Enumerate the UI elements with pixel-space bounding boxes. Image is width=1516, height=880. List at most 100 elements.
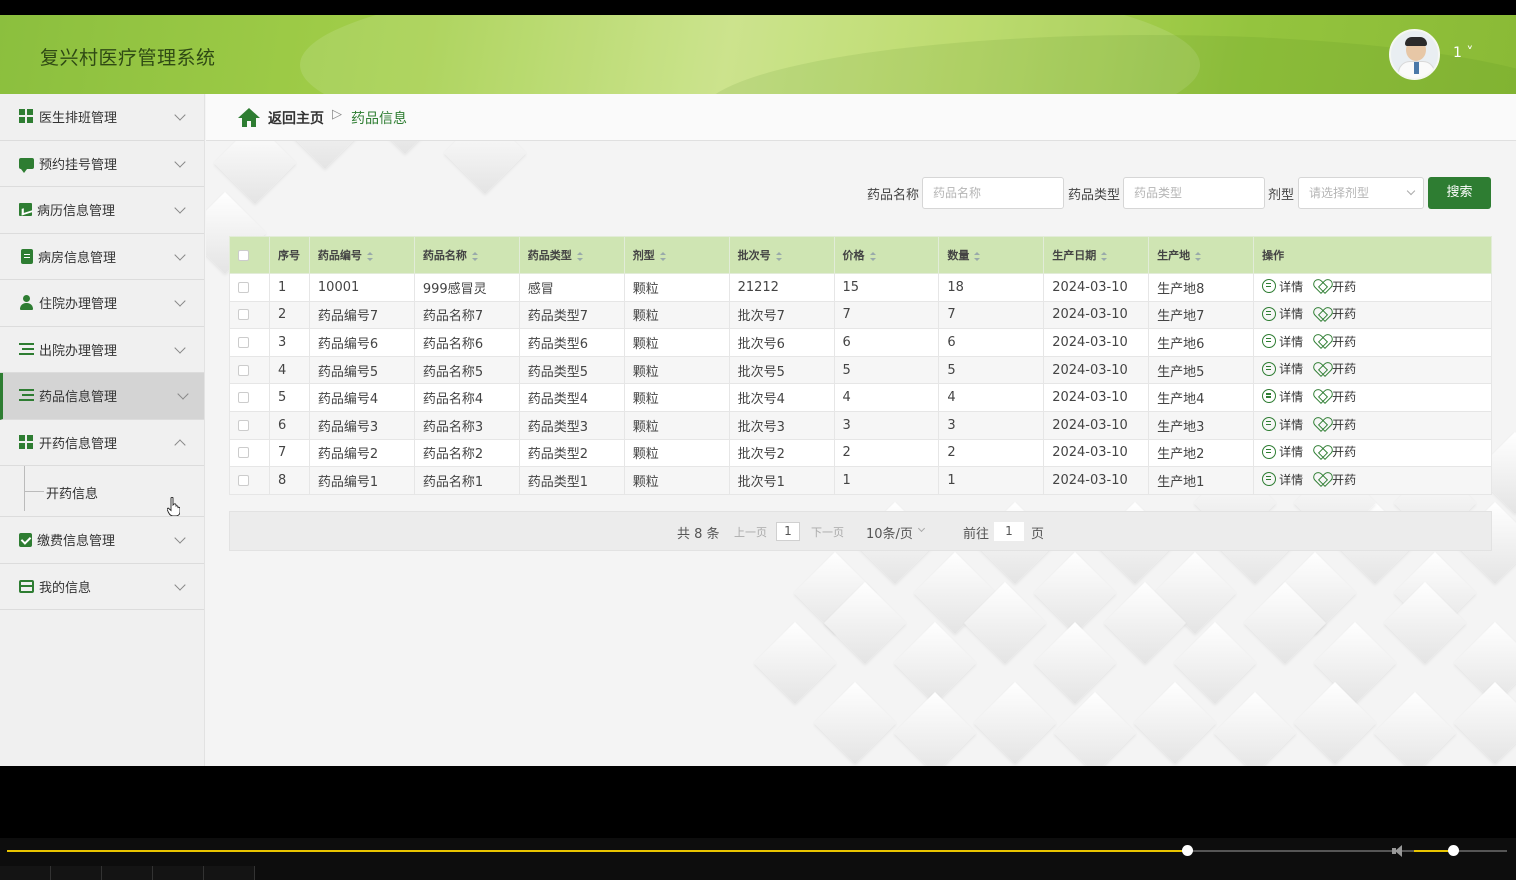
detail-button[interactable]: 详情 [1262,360,1303,377]
row-select-cell [229,273,270,302]
breadcrumb-home-link[interactable]: 返回主页 [268,108,324,128]
column-header[interactable]: 生产日期 [1043,236,1150,274]
row-checkbox[interactable] [238,309,249,321]
detail-button[interactable]: 详情 [1262,416,1303,433]
detail-button[interactable]: 详情 [1262,471,1303,488]
column-header[interactable]: 药品名称 [413,236,520,274]
current-page[interactable]: 1 [776,522,800,541]
next-page-button[interactable]: 下一页 [811,524,844,540]
sort-icon[interactable] [1101,251,1108,261]
action-cell: 详情 开药 [1253,300,1492,330]
column-header[interactable]: 价格 [833,236,940,274]
heart-icon [1315,334,1329,348]
heart-icon [1315,389,1329,403]
user-avatar[interactable] [1389,29,1440,80]
sidebar-item[interactable]: 药品信息管理 [0,373,204,420]
drug-name-input[interactable]: 药品名称 [922,177,1064,209]
prescribe-button[interactable]: 开药 [1315,333,1356,350]
user-menu-trigger[interactable]: 1 ˅ [1453,45,1473,61]
table-cell: 颗粒 [623,328,730,357]
column-header-label: 价格 [842,249,865,262]
sort-icon[interactable] [366,251,373,261]
table-cell: 999感冒灵 [413,273,520,302]
prescribe-label: 开药 [1332,445,1357,460]
sidebar-item[interactable]: 我的信息 [0,564,204,610]
seek-handle[interactable] [1182,845,1193,856]
table-cell: 颗粒 [623,466,730,495]
prescribe-button[interactable]: 开药 [1315,443,1356,460]
sort-icon[interactable] [974,251,981,261]
column-header-label: 生产地 [1157,249,1191,262]
detail-button[interactable]: 详情 [1262,388,1303,405]
goto-page-input[interactable]: 1 [994,522,1024,541]
column-header-label: 批次号 [737,249,771,262]
table-cell: 药品名称2 [413,438,520,468]
background-tile [1133,681,1217,765]
prescribe-button[interactable]: 开药 [1315,278,1356,295]
sidebar-item[interactable]: 医生排班管理 [0,94,204,141]
detail-icon [1262,361,1277,376]
background-tile [1373,691,1457,766]
search-button[interactable]: 搜索 [1428,177,1491,209]
sort-icon[interactable] [471,251,478,261]
sidebar-item[interactable]: 缴费信息管理 [0,517,204,564]
dosage-form-select[interactable]: 请选择剂型 [1298,177,1424,209]
sort-icon[interactable] [1195,251,1202,261]
column-header[interactable]: 批次号 [728,236,835,274]
sidebar: 医生排班管理预约挂号管理病历信息管理 病房信息管理 住院办理管理 出院办理管理 药品信息… [0,94,205,766]
sidebar-item[interactable]: 病房信息管理 [0,234,204,280]
row-checkbox[interactable] [238,336,249,348]
table-cell: 药品类型4 [518,383,625,412]
detail-icon [1262,389,1277,404]
column-header[interactable]: 数量 [938,236,1045,274]
row-checkbox[interactable] [238,392,249,404]
detail-button[interactable]: 详情 [1262,278,1303,295]
table-cell: 药品类型3 [518,410,625,440]
select-all-checkbox[interactable] [238,250,249,261]
sidebar-item[interactable]: 预约挂号管理 [0,141,204,187]
prescribe-button[interactable]: 开药 [1315,471,1356,488]
row-checkbox[interactable] [238,447,249,459]
row-checkbox[interactable] [238,474,249,486]
prescribe-button[interactable]: 开药 [1315,416,1356,433]
sidebar-item[interactable]: 开药信息管理 [0,420,204,466]
sidebar-item-label: 预约挂号管理 [39,157,118,173]
detail-button[interactable]: 详情 [1262,333,1303,350]
sort-icon[interactable] [659,251,666,261]
prescribe-button[interactable]: 开药 [1315,360,1356,377]
prescribe-button[interactable]: 开药 [1315,388,1356,405]
prescribe-button[interactable]: 开药 [1315,305,1356,322]
heart-icon [1315,445,1329,459]
row-checkbox[interactable] [238,281,249,293]
row-checkbox[interactable] [238,364,249,376]
row-checkbox[interactable] [238,419,249,431]
drug-type-input[interactable]: 药品类型 [1123,177,1265,209]
table-cell: 2024-03-10 [1043,355,1150,385]
table-cell: 3 [268,328,310,357]
page-size-select[interactable]: 10条/页 [866,523,913,542]
table-cell: 药品编号7 [308,300,415,330]
sidebar-item[interactable]: 出院办理管理 [0,327,204,373]
volume-icon[interactable] [1392,845,1406,857]
detail-button[interactable]: 详情 [1262,443,1303,460]
sidebar-item[interactable]: 病历信息管理 [0,187,204,234]
sort-icon[interactable] [869,251,876,261]
background-tile [1453,681,1516,765]
volume-handle[interactable] [1448,845,1459,856]
prescribe-label: 开药 [1332,472,1357,487]
column-header[interactable]: 药品编号 [308,236,415,274]
column-header[interactable]: 剂型 [623,236,730,274]
column-header[interactable]: 药品类型 [518,236,625,274]
home-icon[interactable] [238,108,260,128]
action-cell: 详情 开药 [1253,273,1492,302]
sort-icon[interactable] [775,251,782,261]
detail-button[interactable]: 详情 [1262,305,1303,322]
table-cell: 颗粒 [623,273,730,302]
prev-page-button[interactable]: 上一页 [734,524,767,540]
table-cell: 8 [268,466,310,495]
column-header[interactable]: 生产地 [1148,236,1255,274]
table-row: 7 药品编号2 药品名称2 药品类型2 颗粒 批次号2 2 2 2024-03-10 生产地2 详情… [229,438,1492,468]
sidebar-item[interactable]: 住院办理管理 [0,280,204,327]
sort-icon[interactable] [576,251,583,261]
detail-label: 详情 [1279,334,1304,349]
